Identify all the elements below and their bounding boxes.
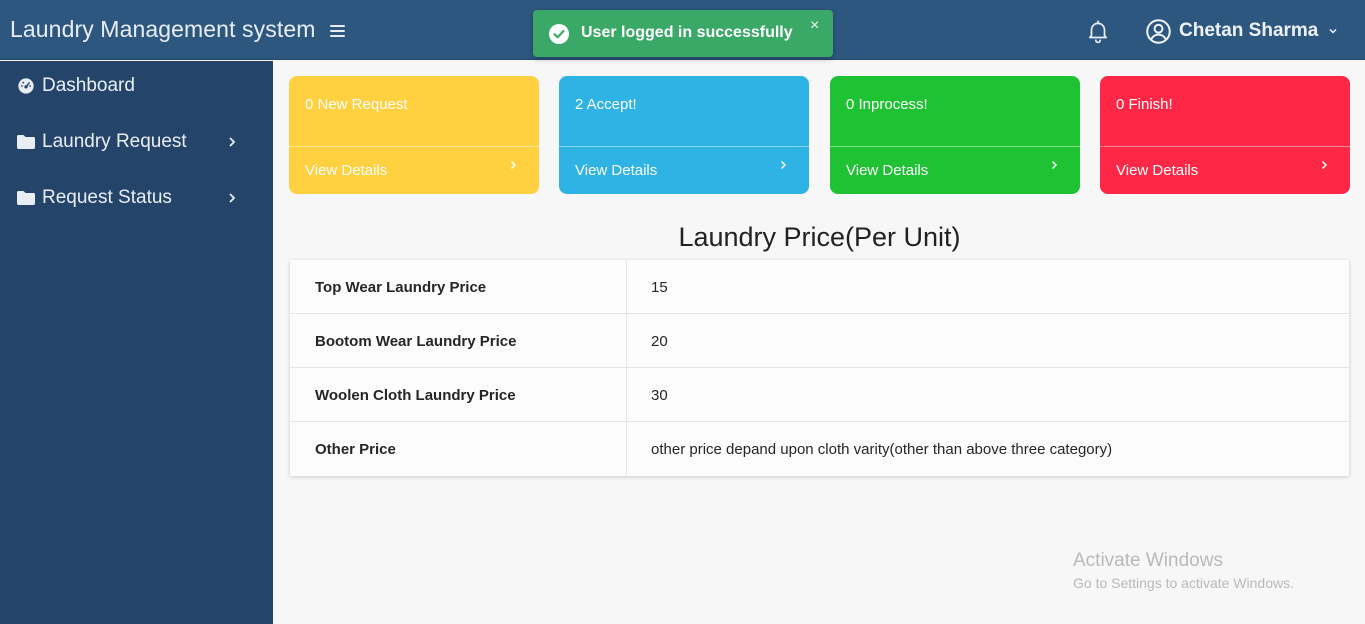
row-value: 20	[651, 333, 668, 350]
app-title[interactable]: Laundry Management system	[10, 16, 316, 43]
card-count: 0 Finish!	[1116, 96, 1173, 113]
chevron-right-icon[interactable]	[1051, 160, 1058, 170]
card-divider	[1100, 146, 1350, 147]
menu-toggle-icon[interactable]	[330, 25, 345, 40]
user-menu[interactable]: Chetan Sharma	[1145, 16, 1338, 46]
notification-bell-icon[interactable]	[1085, 17, 1111, 45]
chevron-right-icon[interactable]	[1321, 160, 1328, 170]
chevron-right-icon	[229, 137, 236, 147]
sidebar-item-label: Laundry Request	[42, 131, 187, 152]
table-row: Woolen Cloth Laundry Price 30	[290, 368, 1349, 422]
toast-close-button[interactable]: ×	[810, 17, 819, 35]
card-divider	[830, 146, 1080, 147]
activate-windows-title: Activate Windows	[1073, 550, 1223, 571]
row-label: Woolen Cloth Laundry Price	[315, 387, 516, 404]
folder-icon	[17, 191, 35, 205]
card-count: 2 Accept!	[575, 96, 637, 113]
card-divider	[559, 146, 809, 147]
dashboard-icon	[18, 78, 34, 94]
sidebar: Dashboard Laundry Request Request Status	[0, 61, 273, 624]
sidebar-item-label: Request Status	[42, 187, 172, 208]
sidebar-item-laundry-request[interactable]: Laundry Request	[16, 127, 256, 157]
chevron-down-icon	[1329, 28, 1337, 34]
view-details-link[interactable]: View Details	[575, 162, 657, 179]
view-details-link[interactable]: View Details	[305, 162, 387, 179]
card-count: 0 Inprocess!	[846, 96, 928, 113]
success-toast: User logged in successfully ×	[533, 10, 833, 57]
chevron-right-icon[interactable]	[780, 160, 787, 170]
table-row: Top Wear Laundry Price 15	[290, 260, 1349, 314]
row-label: Other Price	[315, 441, 396, 458]
card-count: 0 New Request	[305, 96, 408, 113]
row-value: 30	[651, 387, 668, 404]
chevron-right-icon[interactable]	[510, 160, 517, 170]
row-label: Top Wear Laundry Price	[315, 279, 487, 296]
folder-icon	[17, 135, 35, 149]
view-details-link[interactable]: View Details	[846, 162, 928, 179]
card-accept: 2 Accept! View Details	[559, 76, 809, 194]
table-row: Bootom Wear Laundry Price 20	[290, 314, 1349, 368]
row-value: other price depand upon cloth varity(oth…	[651, 441, 1113, 458]
toast-message: User logged in successfully	[581, 24, 793, 41]
card-new-request: 0 New Request View Details	[289, 76, 539, 194]
card-inprocess: 0 Inprocess! View Details	[830, 76, 1080, 194]
sidebar-item-label: Dashboard	[42, 75, 135, 96]
view-details-link[interactable]: View Details	[1116, 162, 1198, 179]
row-label: Bootom Wear Laundry Price	[315, 333, 517, 350]
activate-windows-subtitle: Go to Settings to activate Windows.	[1073, 575, 1294, 591]
chevron-right-icon	[229, 193, 236, 203]
sidebar-item-dashboard[interactable]: Dashboard	[16, 71, 256, 101]
user-name: Chetan Sharma	[1179, 20, 1319, 41]
price-table: Top Wear Laundry Price 15 Bootom Wear La…	[290, 260, 1349, 476]
card-finish: 0 Finish! View Details	[1100, 76, 1350, 194]
card-divider	[289, 146, 539, 147]
sidebar-item-request-status[interactable]: Request Status	[16, 183, 256, 213]
table-row: Other Price other price depand upon clot…	[290, 422, 1349, 476]
check-circle-icon	[549, 24, 569, 44]
row-value: 15	[651, 279, 668, 296]
price-section-title: Laundry Price(Per Unit)	[678, 222, 961, 252]
user-circle-icon	[1146, 18, 1171, 44]
